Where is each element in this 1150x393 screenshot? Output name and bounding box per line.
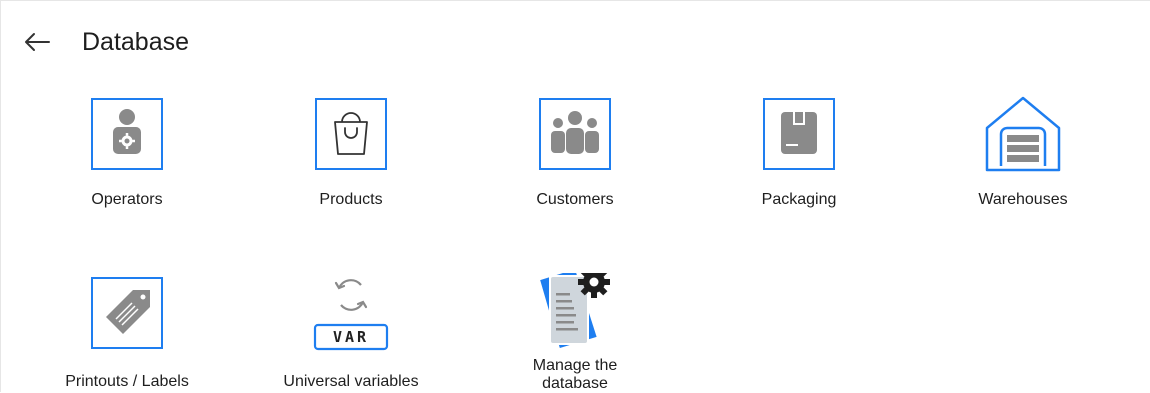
arrow-left-icon [25,33,50,51]
database-screen: Database Operators Products Customers Pa… [0,0,1150,392]
package-box-icon [759,94,839,174]
header: Database [20,22,189,62]
tile-packaging[interactable]: Packaging [719,94,879,209]
tile-label: Warehouses [978,191,1068,208]
tile-label: Operators [91,191,163,208]
tile-label: Products [319,191,383,208]
left-divider [0,0,1,392]
warehouse-icon [983,94,1063,174]
tile-label: Universal variables [283,373,419,390]
tile-products[interactable]: Products [271,94,431,209]
tag-label-icon [87,273,167,353]
shopping-bag-icon [311,94,391,174]
var-badge-text: VAR [332,328,370,346]
tile-warehouses[interactable]: Warehouses [943,94,1103,209]
tile-label: Packaging [761,191,837,208]
tile-label-line1: Manage the [532,357,618,374]
top-divider [0,0,1150,1]
tile-label: Customers [536,191,614,208]
tile-universal-variables[interactable]: VAR Universal variables [271,273,431,391]
tile-customers[interactable]: Customers [495,94,655,209]
back-button[interactable] [20,25,54,59]
tile-operators[interactable]: Operators [47,94,207,209]
manage-database-icon [535,273,615,353]
tile-label: Printouts / Labels [65,373,189,390]
customers-group-icon [535,94,615,174]
page-title: Database [82,27,190,56]
tile-printouts-labels[interactable]: Printouts / Labels [47,273,207,391]
tile-label-line2: database [542,375,608,392]
operator-icon [87,94,167,174]
tile-manage-database[interactable]: Manage the database [495,273,655,393]
var-refresh-icon: VAR [311,273,391,353]
